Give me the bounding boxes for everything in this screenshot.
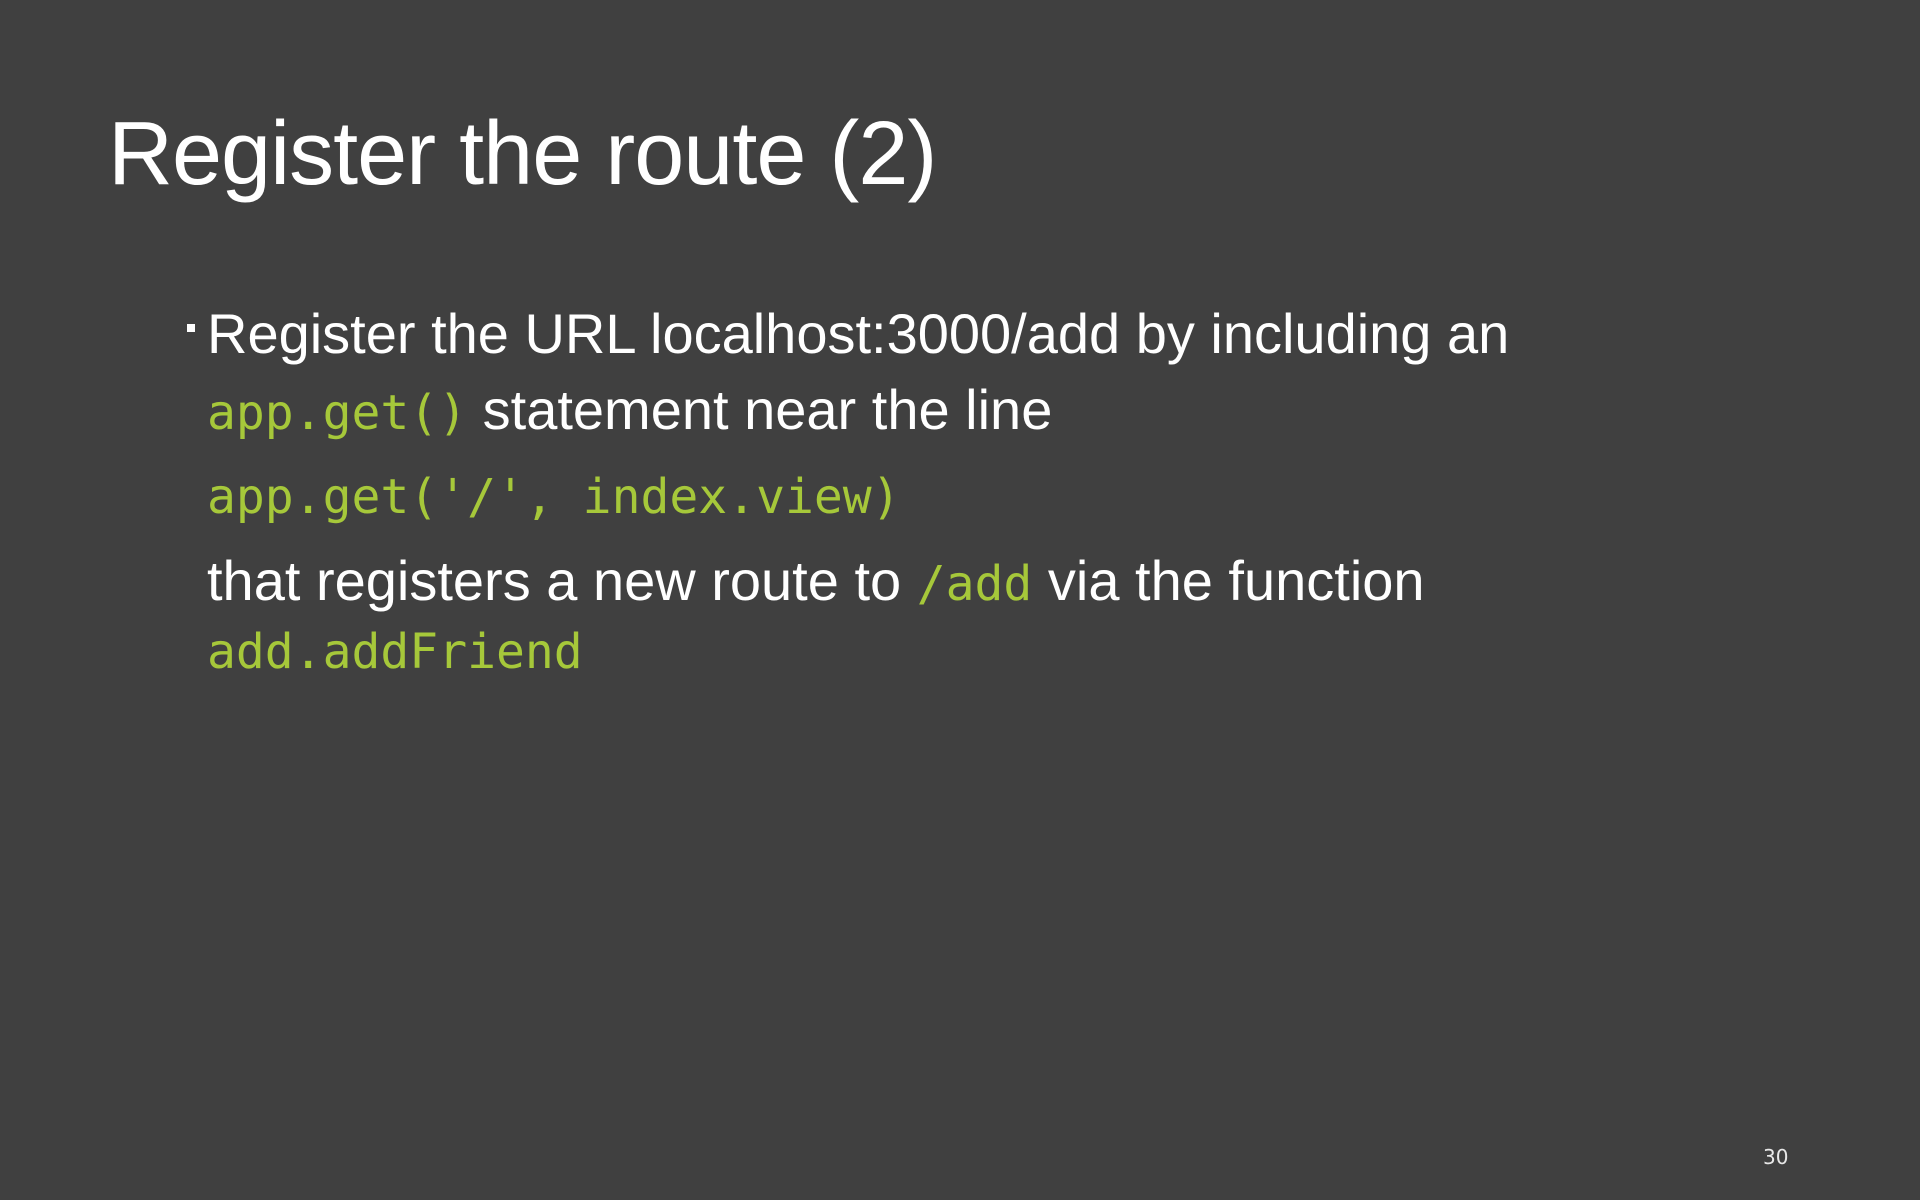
bullet-text-line-3: that registers a new route to /add via t… — [207, 543, 1807, 622]
code-block-line: app.get('/', index.view) — [207, 469, 901, 525]
slide: Register the route (2) Register the URL … — [0, 0, 1920, 1200]
bullet-text-line-1: Register the URL localhost:3000/add by i… — [207, 302, 1510, 365]
bullet-text-statement: statement near the line — [467, 378, 1053, 441]
inline-code-app-get: app.get() — [207, 385, 468, 441]
inline-code-add-route: /add — [916, 556, 1033, 612]
bullet-dot-icon — [187, 324, 195, 332]
bullet-list: Register the URL localhost:3000/add by i… — [187, 296, 1807, 682]
inline-code-add-friend: add.addFriend — [207, 624, 583, 680]
bullet-text-registers: that registers a new route to — [207, 549, 917, 612]
bullet-text-via-function: via the function — [1032, 549, 1425, 612]
slide-title: Register the route (2) — [108, 104, 937, 204]
bullet-text-line-2: app.get() statement near the line — [207, 372, 1807, 451]
page-number: 30 — [1763, 1145, 1789, 1169]
